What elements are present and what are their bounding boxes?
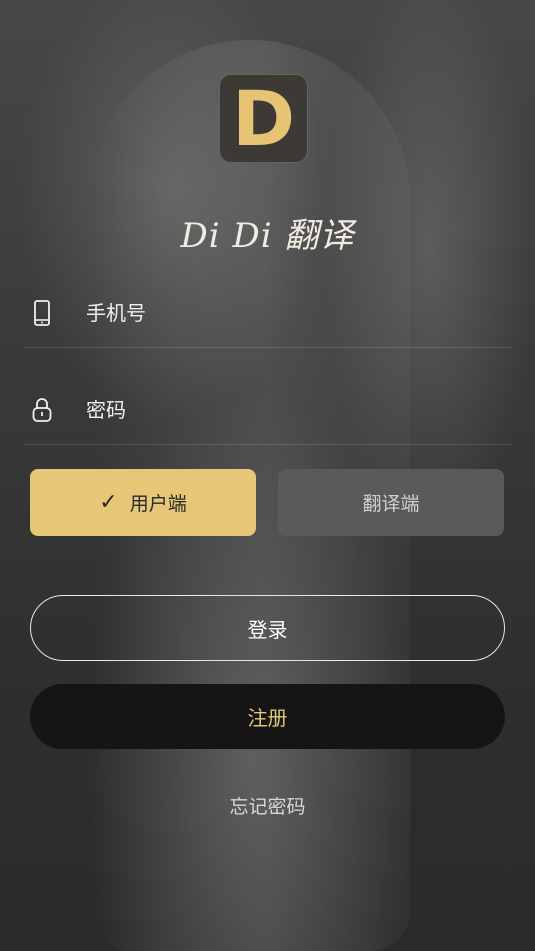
password-field [24, 376, 512, 445]
translator-role-label: 翻译端 [362, 493, 420, 515]
password-input[interactable] [86, 376, 512, 444]
user-role-label: 用户端 [129, 493, 187, 515]
check-icon: ✓ [99, 490, 118, 515]
lock-icon [32, 398, 52, 422]
app-title: Di Di 翻译 [180, 216, 355, 256]
translator-role-button[interactable]: 翻译端 [278, 469, 504, 536]
register-button[interactable]: 注册 [30, 684, 505, 749]
phone-icon [34, 299, 50, 326]
login-button[interactable]: 登录 [30, 595, 505, 661]
forgot-password-link[interactable]: 忘记密码 [0, 792, 535, 819]
logo-letter: D [231, 73, 296, 163]
app-logo: D [219, 74, 308, 163]
user-role-button[interactable]: ✓ 用户端 [30, 469, 256, 536]
login-label: 登录 [247, 617, 288, 642]
register-label: 注册 [247, 706, 288, 730]
phone-input[interactable] [86, 278, 512, 347]
phone-field [24, 278, 512, 348]
